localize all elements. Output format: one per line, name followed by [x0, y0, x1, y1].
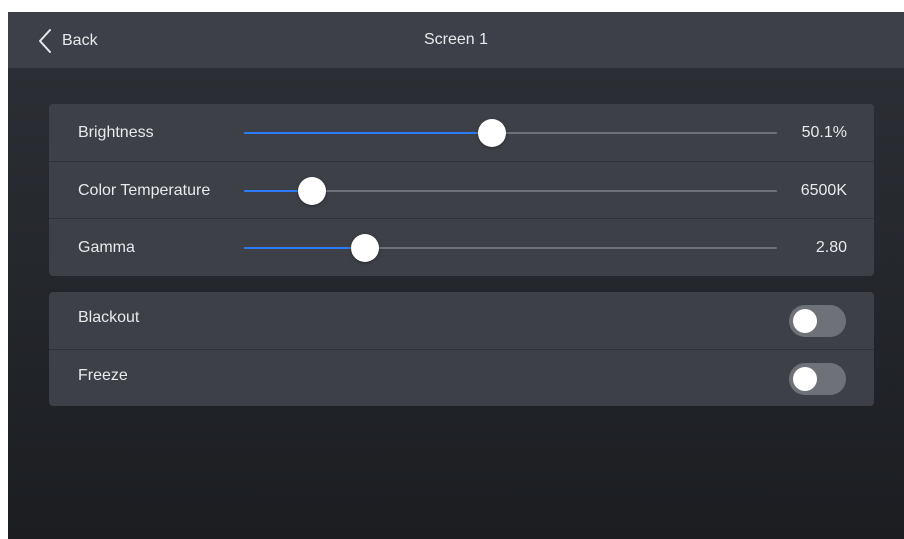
- back-label: Back: [62, 32, 98, 49]
- brightness-label: Brightness: [78, 124, 154, 141]
- gamma-label: Gamma: [78, 239, 135, 256]
- toggle-knob: [793, 309, 817, 333]
- brightness-value: 50.1%: [801, 124, 847, 141]
- color-temperature-value: 6500K: [800, 182, 847, 199]
- color-temperature-label: Color Temperature: [78, 182, 211, 199]
- screen-settings: Back Screen 1 Brightness 50.1% Color Tem…: [8, 12, 904, 539]
- brightness-row: Brightness 50.1%: [49, 104, 874, 161]
- chevron-left-icon: [39, 29, 51, 53]
- gamma-row: Gamma 2.80: [49, 218, 874, 275]
- freeze-toggle[interactable]: [789, 363, 846, 395]
- blackout-toggle[interactable]: [789, 305, 846, 337]
- blackout-label: Blackout: [78, 309, 140, 326]
- gamma-slider[interactable]: [244, 219, 777, 276]
- slider-fill: [244, 132, 493, 134]
- brightness-slider[interactable]: [244, 104, 777, 161]
- slider-thumb[interactable]: [350, 234, 379, 262]
- gamma-value: 2.80: [815, 239, 847, 256]
- slider-fill: [244, 247, 365, 249]
- slider-thumb[interactable]: [298, 177, 327, 205]
- freeze-label: Freeze: [78, 367, 128, 384]
- freeze-row: Freeze: [49, 349, 874, 406]
- color-temperature-row: Color Temperature 6500K: [49, 161, 874, 218]
- blackout-row: Blackout: [49, 292, 874, 349]
- slider-thumb[interactable]: [478, 119, 507, 147]
- toggle-knob: [793, 367, 817, 391]
- top-bar: Back Screen 1: [8, 12, 904, 68]
- toggles-panel: Blackout Freeze: [49, 292, 874, 406]
- color-temperature-slider[interactable]: [244, 162, 777, 219]
- adjustments-panel: Brightness 50.1% Color Temperature 6500K…: [49, 104, 874, 276]
- back-button[interactable]: Back: [38, 26, 98, 56]
- page-title: Screen 1: [423, 31, 489, 48]
